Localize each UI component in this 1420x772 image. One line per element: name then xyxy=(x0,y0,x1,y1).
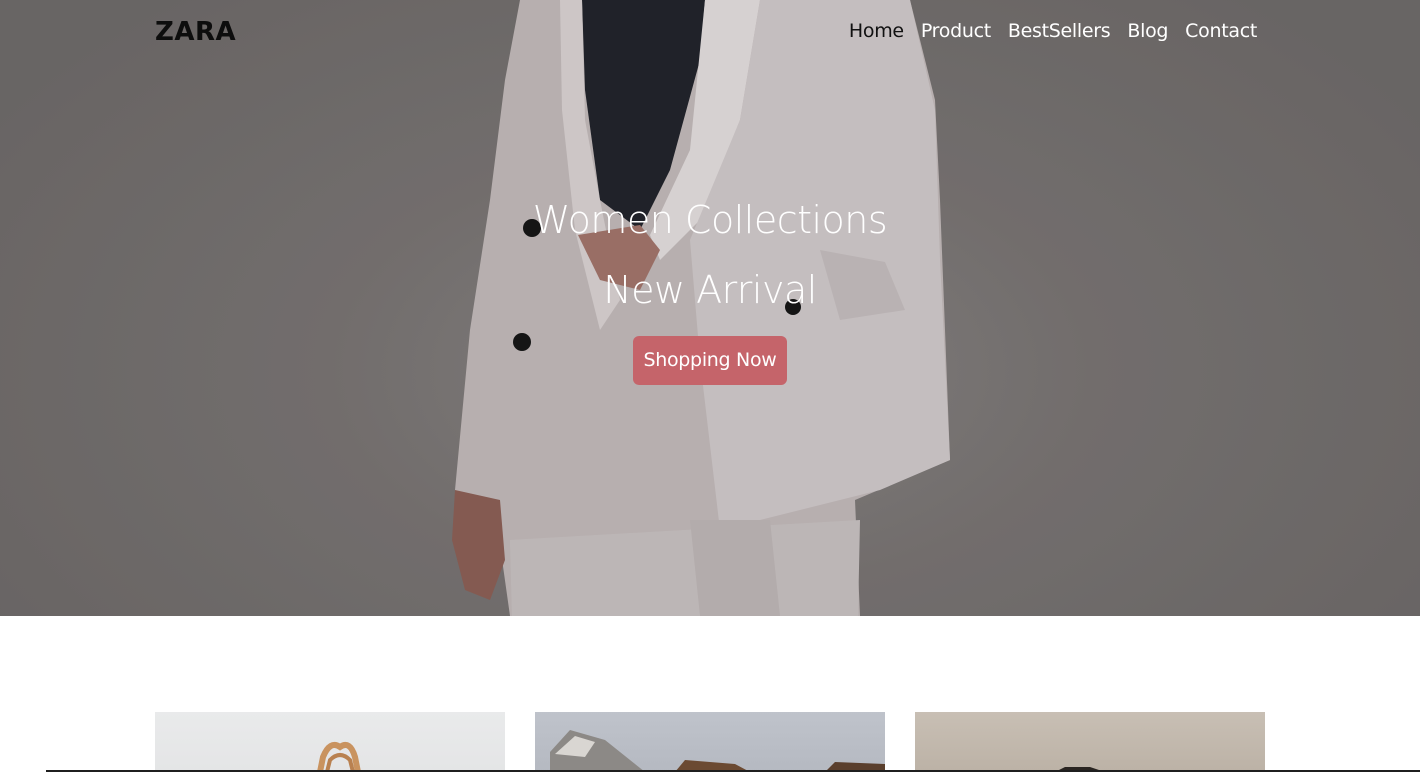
main-nav: Home Product BestSellers Blog Contact xyxy=(849,20,1257,42)
shoe-photo xyxy=(550,730,885,772)
nav-item-bestsellers[interactable]: BestSellers xyxy=(1008,20,1111,42)
handbag-photo xyxy=(317,742,361,772)
nav-item-product[interactable]: Product xyxy=(921,20,991,42)
navbar: ZARA Home Product BestSellers Blog Conta… xyxy=(0,0,1420,70)
product-card-handbag[interactable] xyxy=(155,712,505,772)
product-grid xyxy=(155,712,1265,772)
shopping-now-button[interactable]: Shopping Now xyxy=(633,336,787,385)
hero-subtitle: New Arrival xyxy=(603,268,817,312)
brand-logo[interactable]: ZARA xyxy=(155,17,236,47)
accessory-photo xyxy=(1055,767,1105,772)
product-card-accessory[interactable] xyxy=(915,712,1265,772)
nav-item-home[interactable]: Home xyxy=(849,20,904,42)
hero-title: Women Collections xyxy=(532,198,888,242)
hero-content: Women Collections New Arrival Shopping N… xyxy=(0,194,1420,385)
product-card-shoe[interactable] xyxy=(535,712,885,772)
nav-item-blog[interactable]: Blog xyxy=(1127,20,1168,42)
nav-item-contact[interactable]: Contact xyxy=(1185,20,1257,42)
